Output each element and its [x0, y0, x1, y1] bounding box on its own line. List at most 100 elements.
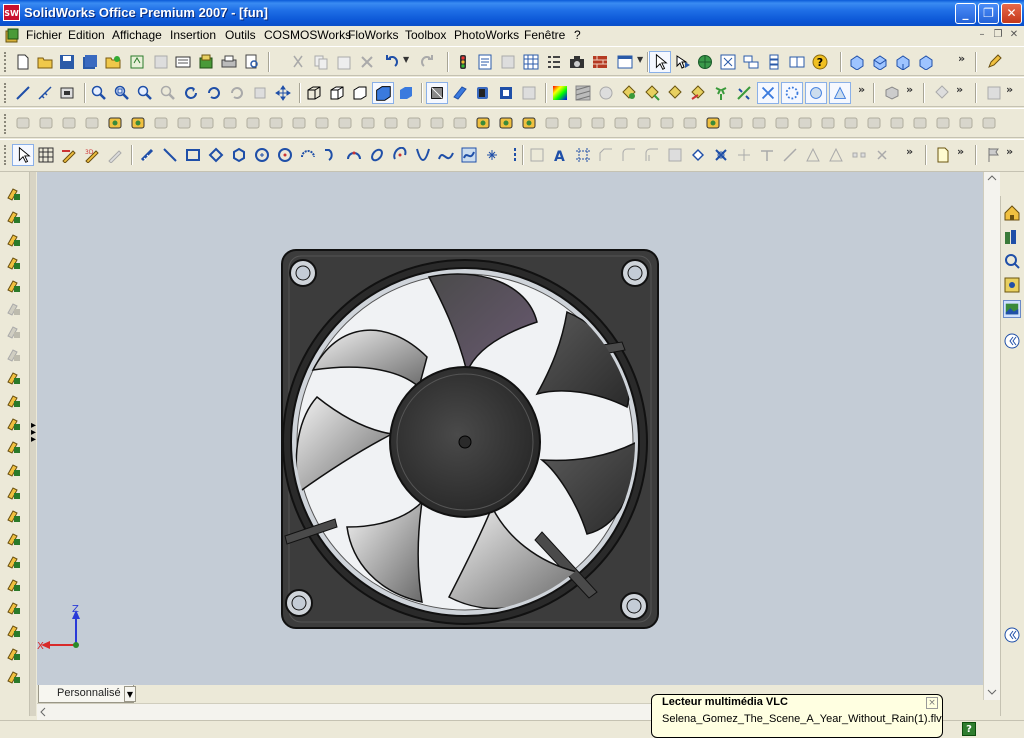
flag-icon[interactable] [986, 147, 1002, 163]
perimeter-circle-icon[interactable] [277, 147, 293, 163]
tab-menu-dropdown-icon[interactable]: ▼ [124, 686, 136, 702]
command-tool-icon[interactable] [6, 485, 22, 501]
rotate-component-icon[interactable] [667, 85, 683, 101]
undo-icon[interactable] [383, 54, 399, 70]
pointer-select-icon[interactable] [649, 51, 671, 73]
toolbar-overflow-icon[interactable]: » [957, 145, 964, 158]
view-orientation-icon[interactable] [452, 85, 468, 101]
toolbar-overflow-icon[interactable]: » [858, 83, 865, 96]
command-tool-icon[interactable] [6, 646, 22, 662]
zoom-to-fit-icon[interactable] [91, 85, 107, 101]
command-tool-icon[interactable] [6, 462, 22, 478]
assembly-mate-icon[interactable] [621, 85, 637, 101]
command-tool-icon[interactable] [6, 255, 22, 271]
view-top-icon[interactable] [895, 54, 911, 70]
vlc-close-icon[interactable]: × [926, 697, 938, 709]
status-help-icon[interactable]: ? [962, 722, 976, 736]
command-tool-icon[interactable] [6, 508, 22, 524]
menu-fichier[interactable]: Fichier [26, 28, 62, 42]
help-icon[interactable]: ? [812, 54, 828, 70]
feature-tool-icon[interactable] [130, 115, 146, 131]
minimize-button[interactable]: _ [955, 3, 976, 24]
graphics-area[interactable]: Z X [37, 172, 983, 685]
physical-simulation-icon[interactable] [829, 82, 851, 104]
command-tool-icon[interactable] [6, 186, 22, 202]
scroll-left-arrow-icon[interactable] [40, 707, 46, 717]
smart-fasteners-icon[interactable] [690, 85, 706, 101]
rectangle-icon[interactable] [185, 147, 201, 163]
title-bar[interactable]: SW SolidWorks Office Premium 2007 - [fun… [0, 0, 1024, 26]
save-all-icon[interactable] [82, 54, 98, 70]
design-library-icon[interactable] [1003, 228, 1021, 246]
explode-line-icon[interactable] [736, 85, 752, 101]
move-component-icon[interactable] [644, 85, 660, 101]
options-icon[interactable] [198, 54, 214, 70]
command-tool-icon[interactable] [6, 554, 22, 570]
toolbar-grip[interactable] [4, 145, 8, 165]
brick-icon[interactable] [592, 54, 608, 70]
save-icon[interactable] [59, 54, 75, 70]
partial-ellipse-icon[interactable] [392, 147, 408, 163]
3d-drawing-view-icon[interactable] [475, 85, 491, 101]
doc-close-icon[interactable]: ✕ [1007, 28, 1021, 42]
toolbar-grip[interactable] [4, 114, 8, 134]
grid-icon[interactable] [38, 147, 54, 163]
menu-fenetre[interactable]: Fenêtre [524, 28, 565, 42]
menu-cosmosworks[interactable]: COSMOSWorks [264, 28, 351, 42]
cad-model-view[interactable]: Z X [37, 172, 983, 685]
interference-detection-icon[interactable] [757, 82, 779, 104]
texture-icon[interactable] [575, 85, 591, 101]
collapse-pane-icon[interactable] [1003, 332, 1021, 350]
3-point-arc-icon[interactable] [346, 147, 362, 163]
spline-on-surface-icon[interactable] [461, 147, 477, 163]
toolbar-overflow-icon[interactable]: » [1006, 145, 1013, 158]
menu-outils[interactable]: Outils [225, 28, 256, 42]
line-icon[interactable] [162, 147, 178, 163]
centerpoint-arc-icon[interactable] [300, 147, 316, 163]
toolbar-overflow-icon[interactable]: » [958, 52, 965, 65]
roll-view-icon[interactable] [206, 85, 222, 101]
view-front-icon[interactable] [872, 54, 888, 70]
rebuild-icon[interactable] [129, 54, 145, 70]
open-folder-icon[interactable] [37, 54, 53, 70]
view-right-icon[interactable] [918, 54, 934, 70]
print-icon[interactable] [221, 54, 237, 70]
command-tool-icon[interactable] [6, 669, 22, 685]
tangent-arc-icon[interactable] [323, 147, 339, 163]
solidworks-app-icon[interactable]: SW [3, 4, 20, 21]
doc-restore-icon[interactable]: ❐ [991, 28, 1005, 42]
zoom-fit-icon[interactable] [720, 54, 736, 70]
collision-detection-icon[interactable] [781, 82, 803, 104]
new-document-icon[interactable] [15, 54, 31, 70]
toolbar-overflow-icon[interactable]: » [906, 83, 913, 96]
home-icon[interactable] [1003, 204, 1021, 222]
camera-icon[interactable] [569, 54, 585, 70]
menu-affichage[interactable]: Affichage [112, 28, 162, 42]
parallelogram-icon[interactable] [208, 147, 224, 163]
command-tool-icon[interactable] [6, 278, 22, 294]
list-icon[interactable] [546, 54, 562, 70]
select-filter-icon[interactable] [675, 54, 691, 70]
section-properties-icon[interactable] [59, 85, 75, 101]
vlc-notification[interactable]: Lecteur multimédia VLC Selena_Gomez_The_… [651, 694, 943, 738]
splitter-grip-icon[interactable]: ▸ ▸ ▸ [31, 421, 36, 445]
make-assembly-icon[interactable] [175, 54, 191, 70]
shaded-with-edges-icon[interactable] [372, 82, 394, 104]
centerline-icon[interactable] [507, 147, 523, 163]
menu-toolbox[interactable]: Toolbox [405, 28, 446, 42]
grid-options-icon[interactable] [523, 54, 539, 70]
assembly-toolbar-icon[interactable] [884, 85, 900, 101]
viewport-layout-icon[interactable] [617, 54, 633, 70]
pan-icon[interactable] [275, 85, 291, 101]
view-palette-icon[interactable] [1003, 300, 1021, 318]
feature-tool-icon[interactable] [521, 115, 537, 131]
feature-tool-icon[interactable] [475, 115, 491, 131]
web-globe-icon[interactable] [697, 54, 713, 70]
smart-dimension-icon[interactable] [139, 147, 155, 163]
new-sheet-icon[interactable] [935, 147, 951, 163]
scroll-up-arrow-icon[interactable] [987, 175, 997, 181]
trim-entities-icon[interactable] [713, 147, 729, 163]
command-tool-icon[interactable] [6, 370, 22, 386]
polygon-icon[interactable] [231, 147, 247, 163]
spline-icon[interactable] [438, 147, 454, 163]
